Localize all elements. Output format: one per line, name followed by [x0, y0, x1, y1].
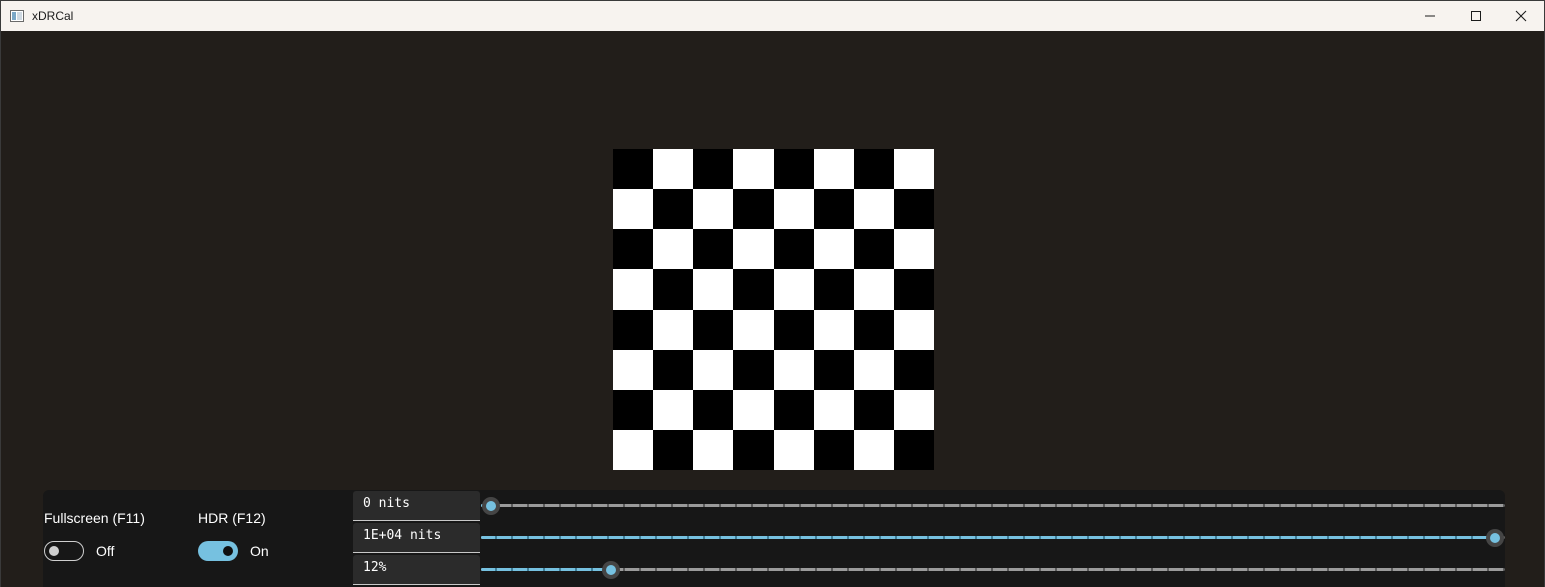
checker-square	[653, 269, 694, 310]
slider-thumb[interactable]	[602, 561, 621, 579]
slider-thumb[interactable]	[1486, 529, 1504, 547]
checker-square	[653, 349, 694, 390]
checker-square	[613, 229, 654, 270]
checker-square	[813, 269, 854, 310]
slider-fill	[481, 536, 1495, 539]
checker-square	[813, 389, 854, 430]
max-luminance-value[interactable]: 1E+04 nits	[353, 523, 480, 553]
checker-square	[853, 429, 894, 470]
checker-square	[893, 429, 934, 470]
checker-square	[693, 149, 734, 190]
toggle-knob	[223, 546, 233, 556]
control-panel: Fullscreen (F11) Off HDR (F12) On 0 nits…	[43, 490, 1505, 587]
checker-square	[773, 349, 814, 390]
checker-square	[653, 429, 694, 470]
checkerboard-pattern	[613, 149, 934, 470]
maximize-button[interactable]	[1453, 1, 1499, 31]
close-button[interactable]	[1498, 1, 1544, 31]
close-icon	[1515, 10, 1527, 22]
checker-square	[653, 389, 694, 430]
checker-square	[693, 389, 734, 430]
checker-square	[773, 229, 814, 270]
checker-square	[893, 229, 934, 270]
checker-square	[893, 389, 934, 430]
checker-square	[773, 389, 814, 430]
checker-square	[773, 429, 814, 470]
checker-square	[813, 229, 854, 270]
checker-square	[893, 189, 934, 230]
checker-square	[853, 389, 894, 430]
slider-track	[481, 504, 1505, 507]
checker-square	[733, 229, 774, 270]
checker-square	[893, 309, 934, 350]
checker-square	[853, 309, 894, 350]
checker-square	[773, 189, 814, 230]
checker-square	[813, 429, 854, 470]
checker-square	[613, 429, 654, 470]
checker-square	[733, 309, 774, 350]
checker-square	[893, 349, 934, 390]
maximize-icon	[1471, 11, 1481, 21]
checker-square	[813, 309, 854, 350]
checker-square	[773, 149, 814, 190]
checker-square	[653, 149, 694, 190]
window-title: xDRCal	[32, 9, 74, 23]
checker-square	[773, 269, 814, 310]
toggle-knob	[49, 546, 59, 556]
checker-square	[613, 189, 654, 230]
checker-square	[693, 349, 734, 390]
checker-square	[853, 229, 894, 270]
checker-square	[733, 149, 774, 190]
hdr-toggle[interactable]	[198, 541, 238, 561]
render-area: Fullscreen (F11) Off HDR (F12) On 0 nits…	[1, 31, 1544, 587]
checker-square	[653, 229, 694, 270]
fullscreen-label: Fullscreen (F11)	[44, 510, 145, 526]
checker-square	[773, 309, 814, 350]
checker-square	[693, 189, 734, 230]
title-bar[interactable]: xDRCal	[1, 1, 1544, 31]
app-window: xDRCal Fullscreen (F11) Off HDR (F12) On…	[0, 0, 1545, 587]
min-luminance-value[interactable]: 0 nits	[353, 491, 480, 521]
minimize-icon	[1425, 15, 1435, 17]
checker-square	[813, 189, 854, 230]
checker-square	[613, 389, 654, 430]
checker-square	[853, 349, 894, 390]
hdr-label: HDR (F12)	[198, 510, 266, 526]
max-luminance-slider[interactable]	[481, 528, 1505, 548]
checker-square	[653, 189, 694, 230]
checker-square	[613, 149, 654, 190]
checker-square	[653, 309, 694, 350]
checker-square	[693, 269, 734, 310]
checker-square	[853, 269, 894, 310]
checker-square	[693, 229, 734, 270]
fullscreen-toggle[interactable]	[44, 541, 84, 561]
fullscreen-state-text: Off	[96, 543, 115, 559]
checker-square	[813, 349, 854, 390]
checker-square	[733, 389, 774, 430]
slider-track	[481, 568, 1505, 571]
size-percent-slider[interactable]	[481, 560, 1505, 580]
app-icon	[10, 10, 24, 22]
checker-square	[853, 189, 894, 230]
size-percent-value[interactable]: 12%	[353, 555, 480, 585]
minimize-button[interactable]	[1407, 1, 1453, 31]
checker-square	[613, 269, 654, 310]
slider-fill	[481, 568, 612, 571]
checker-square	[693, 429, 734, 470]
checker-square	[693, 309, 734, 350]
checker-square	[733, 429, 774, 470]
min-luminance-slider[interactable]	[481, 496, 1505, 516]
checker-square	[893, 149, 934, 190]
checker-square	[733, 189, 774, 230]
checker-square	[853, 149, 894, 190]
checker-square	[893, 269, 934, 310]
checker-square	[613, 309, 654, 350]
checker-square	[813, 149, 854, 190]
checker-square	[733, 269, 774, 310]
checker-square	[733, 349, 774, 390]
slider-thumb[interactable]	[482, 497, 500, 515]
checker-square	[613, 349, 654, 390]
hdr-state-text: On	[250, 543, 269, 559]
